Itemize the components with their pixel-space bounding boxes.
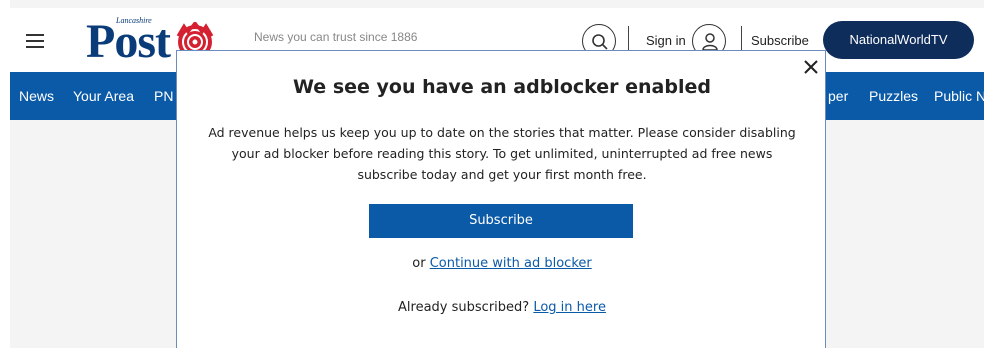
login-line: Already subscribed? Log in here [177,300,827,315]
close-button[interactable] [801,57,821,77]
tagline: News you can trust since 1886 [254,30,418,44]
nav-item-public-notices[interactable]: Public N [934,88,984,104]
modal-message: Ad revenue helps us keep you up to date … [208,125,796,182]
modal-title: We see you have an adblocker enabled [293,76,711,98]
nav-item-news[interactable]: News [19,88,54,104]
menu-icon[interactable] [26,34,44,48]
log-in-link[interactable]: Log in here [533,300,606,315]
nav-item-your-area[interactable]: Your Area [73,88,134,104]
continue-with-ad-blocker-link[interactable]: Continue with ad blocker [430,256,592,271]
nav-item-pn[interactable]: PN [154,88,173,104]
sign-in-link[interactable]: Sign in [646,33,686,48]
adblock-modal: We see you have an adblocker enabled Ad … [176,50,826,348]
nav-item-puzzles[interactable]: Puzzles [869,88,918,104]
close-icon [804,60,818,74]
subscribe-link[interactable]: Subscribe [751,33,809,48]
or-text: or [412,256,426,271]
page-frame: Lancashire Post News you can trust since… [10,0,984,348]
modal-subscribe-button[interactable]: Subscribe [369,204,633,238]
logo-wordmark: Post [86,15,171,68]
search-icon [592,34,608,50]
nav-item-paper[interactable]: per [828,88,848,104]
already-subscribed-text: Already subscribed? [398,300,530,315]
national-world-tv-button[interactable]: NationalWorldTV [823,21,974,59]
user-icon [702,33,718,51]
continue-line: or Continue with ad blocker [177,256,827,271]
